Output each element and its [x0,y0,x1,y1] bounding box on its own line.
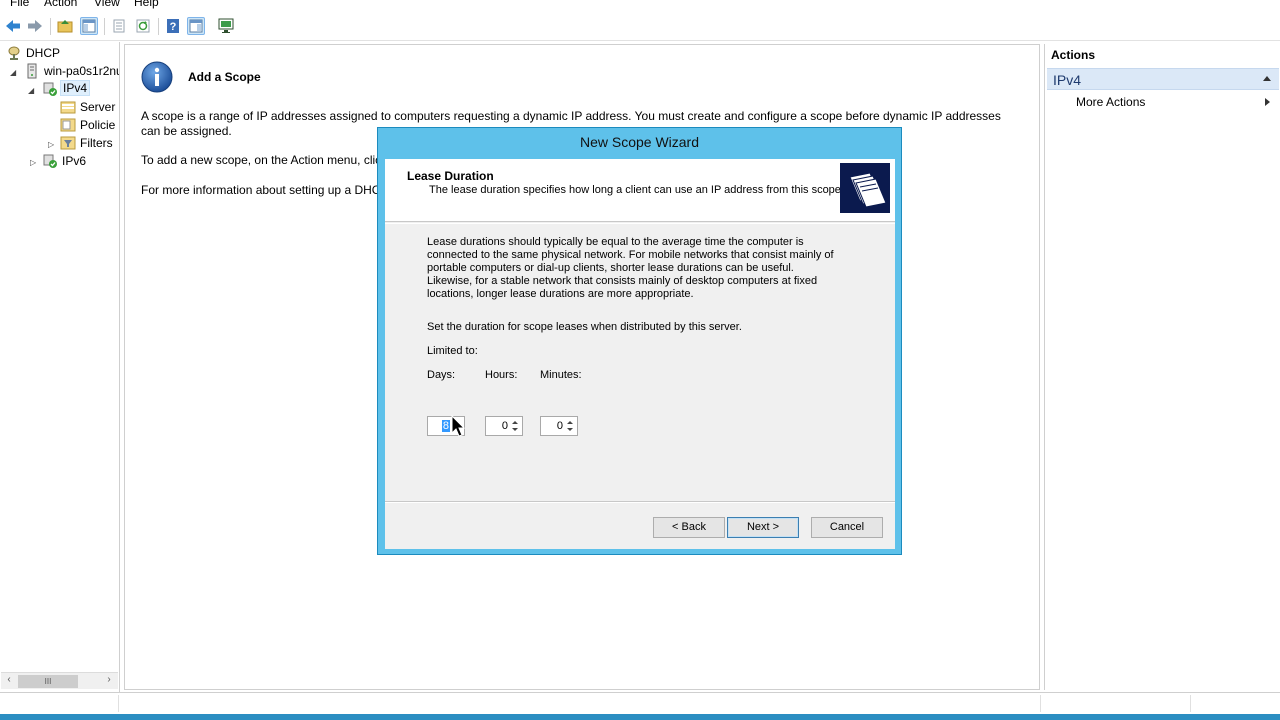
up-folder-icon[interactable] [56,17,74,35]
lease-description-line: Likewise, for a stable network that cons… [427,275,818,287]
toolbar-separator [104,18,105,35]
monitor-icon[interactable] [217,17,235,35]
next-button[interactable]: Next > [727,517,799,538]
spin-down-icon[interactable] [512,428,518,431]
actions-section-ipv4[interactable]: IPv4 [1047,68,1279,90]
help-icon[interactable]: ? [164,17,182,35]
tree-node-ipv4[interactable]: IPv4 [42,80,119,97]
lease-description-line: portable computers or dial-up clients, s… [427,262,794,274]
info-icon [141,61,173,93]
dialog-body: Lease Duration The lease duration specif… [385,159,895,549]
status-pane [1040,695,1190,712]
collapse-arrow-icon[interactable]: ▷ [30,158,36,167]
console-tree: DHCP ◢ win-pa0s1r2nu ◢ IPv4 Server Polic… [0,42,120,692]
dialog-title: New Scope Wizard [579,134,700,150]
spin-arrows[interactable] [509,418,521,434]
status-pane [118,695,238,712]
status-bar [0,692,1280,714]
tree-label: win-pa0s1r2nu [44,64,120,78]
minutes-spinner[interactable]: 0 [540,416,578,436]
tree-label: Server [80,100,116,114]
spin-up-icon[interactable] [512,421,518,424]
wizard-subheading: The lease duration specifies how long a … [429,184,844,196]
filter-icon [60,135,76,151]
scroll-right-icon[interactable]: › [101,674,117,689]
ipv6-icon [42,153,58,169]
spin-up-icon[interactable] [567,421,573,424]
expand-arrow-icon[interactable]: ◢ [28,86,34,95]
cancel-button[interactable]: Cancel [811,517,883,538]
menu-help[interactable]: Help [134,0,159,9]
mouse-cursor-icon [451,414,467,439]
tree-label: Policie [80,118,116,132]
days-label: Days: [427,369,456,381]
taskbar [0,714,1280,720]
hours-value[interactable]: 0 [502,420,508,432]
svg-text:?: ? [170,21,177,33]
ipv4-icon [42,81,58,97]
hours-label: Hours: [485,369,518,381]
tree-node-ipv6[interactable]: IPv6 [42,153,119,169]
toolbar-separator [50,18,51,35]
lease-description-line: locations, longer lease durations are mo… [427,288,694,300]
tree-label: DHCP [26,46,61,60]
forward-arrow-icon[interactable] [26,17,44,35]
tree-node-policies[interactable]: Policie [60,117,119,133]
wizard-heading: Lease Duration [407,169,494,183]
status-pane [1190,695,1280,712]
menu-file[interactable]: File [10,0,29,9]
tree-node-filters[interactable]: Filters [60,135,119,151]
folder-settings-icon [60,99,76,115]
wizard-header: Lease Duration The lease duration specif… [385,159,895,222]
menu-bar: File Action View Help [0,0,1280,10]
show-hide-tree-icon[interactable] [80,17,98,35]
divider [385,223,895,224]
tree-label: IPv6 [62,154,87,168]
toolbar: ? [0,11,1280,41]
wizard-folders-icon [840,163,890,213]
limited-to-label: Limited to: [427,345,478,357]
back-arrow-icon[interactable] [4,17,22,35]
back-button[interactable]: < Back [653,517,725,538]
tree-node-server[interactable]: win-pa0s1r2nu [24,63,120,79]
lease-description-line: connected to the same physical network. … [427,249,834,261]
toolbar-separator [158,18,159,35]
expand-arrow-icon[interactable]: ◢ [10,68,16,77]
lease-description-line: Lease durations should typically be equa… [427,236,804,248]
properties-icon[interactable] [110,17,128,35]
tree-label: IPv4 [60,80,91,96]
set-duration-text: Set the duration for scope leases when d… [427,321,742,333]
page-title: Add a Scope [188,70,261,84]
actions-section-label: IPv4 [1053,72,1082,88]
actions-header: Actions [1051,48,1096,62]
policies-icon [60,117,76,133]
refresh-icon[interactable] [134,17,152,35]
hours-spinner[interactable]: 0 [485,416,523,436]
collapse-arrow-icon[interactable]: ▷ [48,140,54,149]
days-value[interactable]: 8 [441,420,450,432]
scroll-left-icon[interactable]: ‹ [1,674,17,689]
menu-view[interactable]: View [94,0,120,9]
more-actions-item[interactable]: More Actions [1076,95,1145,109]
horizontal-scrollbar[interactable]: ‹ III › [1,672,118,689]
server-icon [24,63,40,79]
dhcp-icon [6,45,22,61]
scroll-thumb[interactable]: III [18,675,78,688]
collapse-caret-icon[interactable] [1263,76,1271,81]
tree-node-server-options[interactable]: Server [60,99,119,115]
show-hide-action-pane-icon[interactable] [187,17,205,35]
divider [385,502,895,503]
menu-action[interactable]: Action [44,0,77,9]
spin-arrows[interactable] [564,418,576,434]
minutes-value[interactable]: 0 [557,420,563,432]
minutes-label: Minutes: [540,369,582,381]
spin-down-icon[interactable] [567,428,573,431]
actions-pane: Actions IPv4 More Actions [1044,44,1280,690]
submenu-arrow-icon [1265,98,1270,106]
tree-node-dhcp[interactable]: DHCP [6,45,116,61]
tree-label: Filters [80,136,113,150]
new-scope-wizard-dialog: New Scope Wizard Lease Duration The leas… [377,127,902,555]
